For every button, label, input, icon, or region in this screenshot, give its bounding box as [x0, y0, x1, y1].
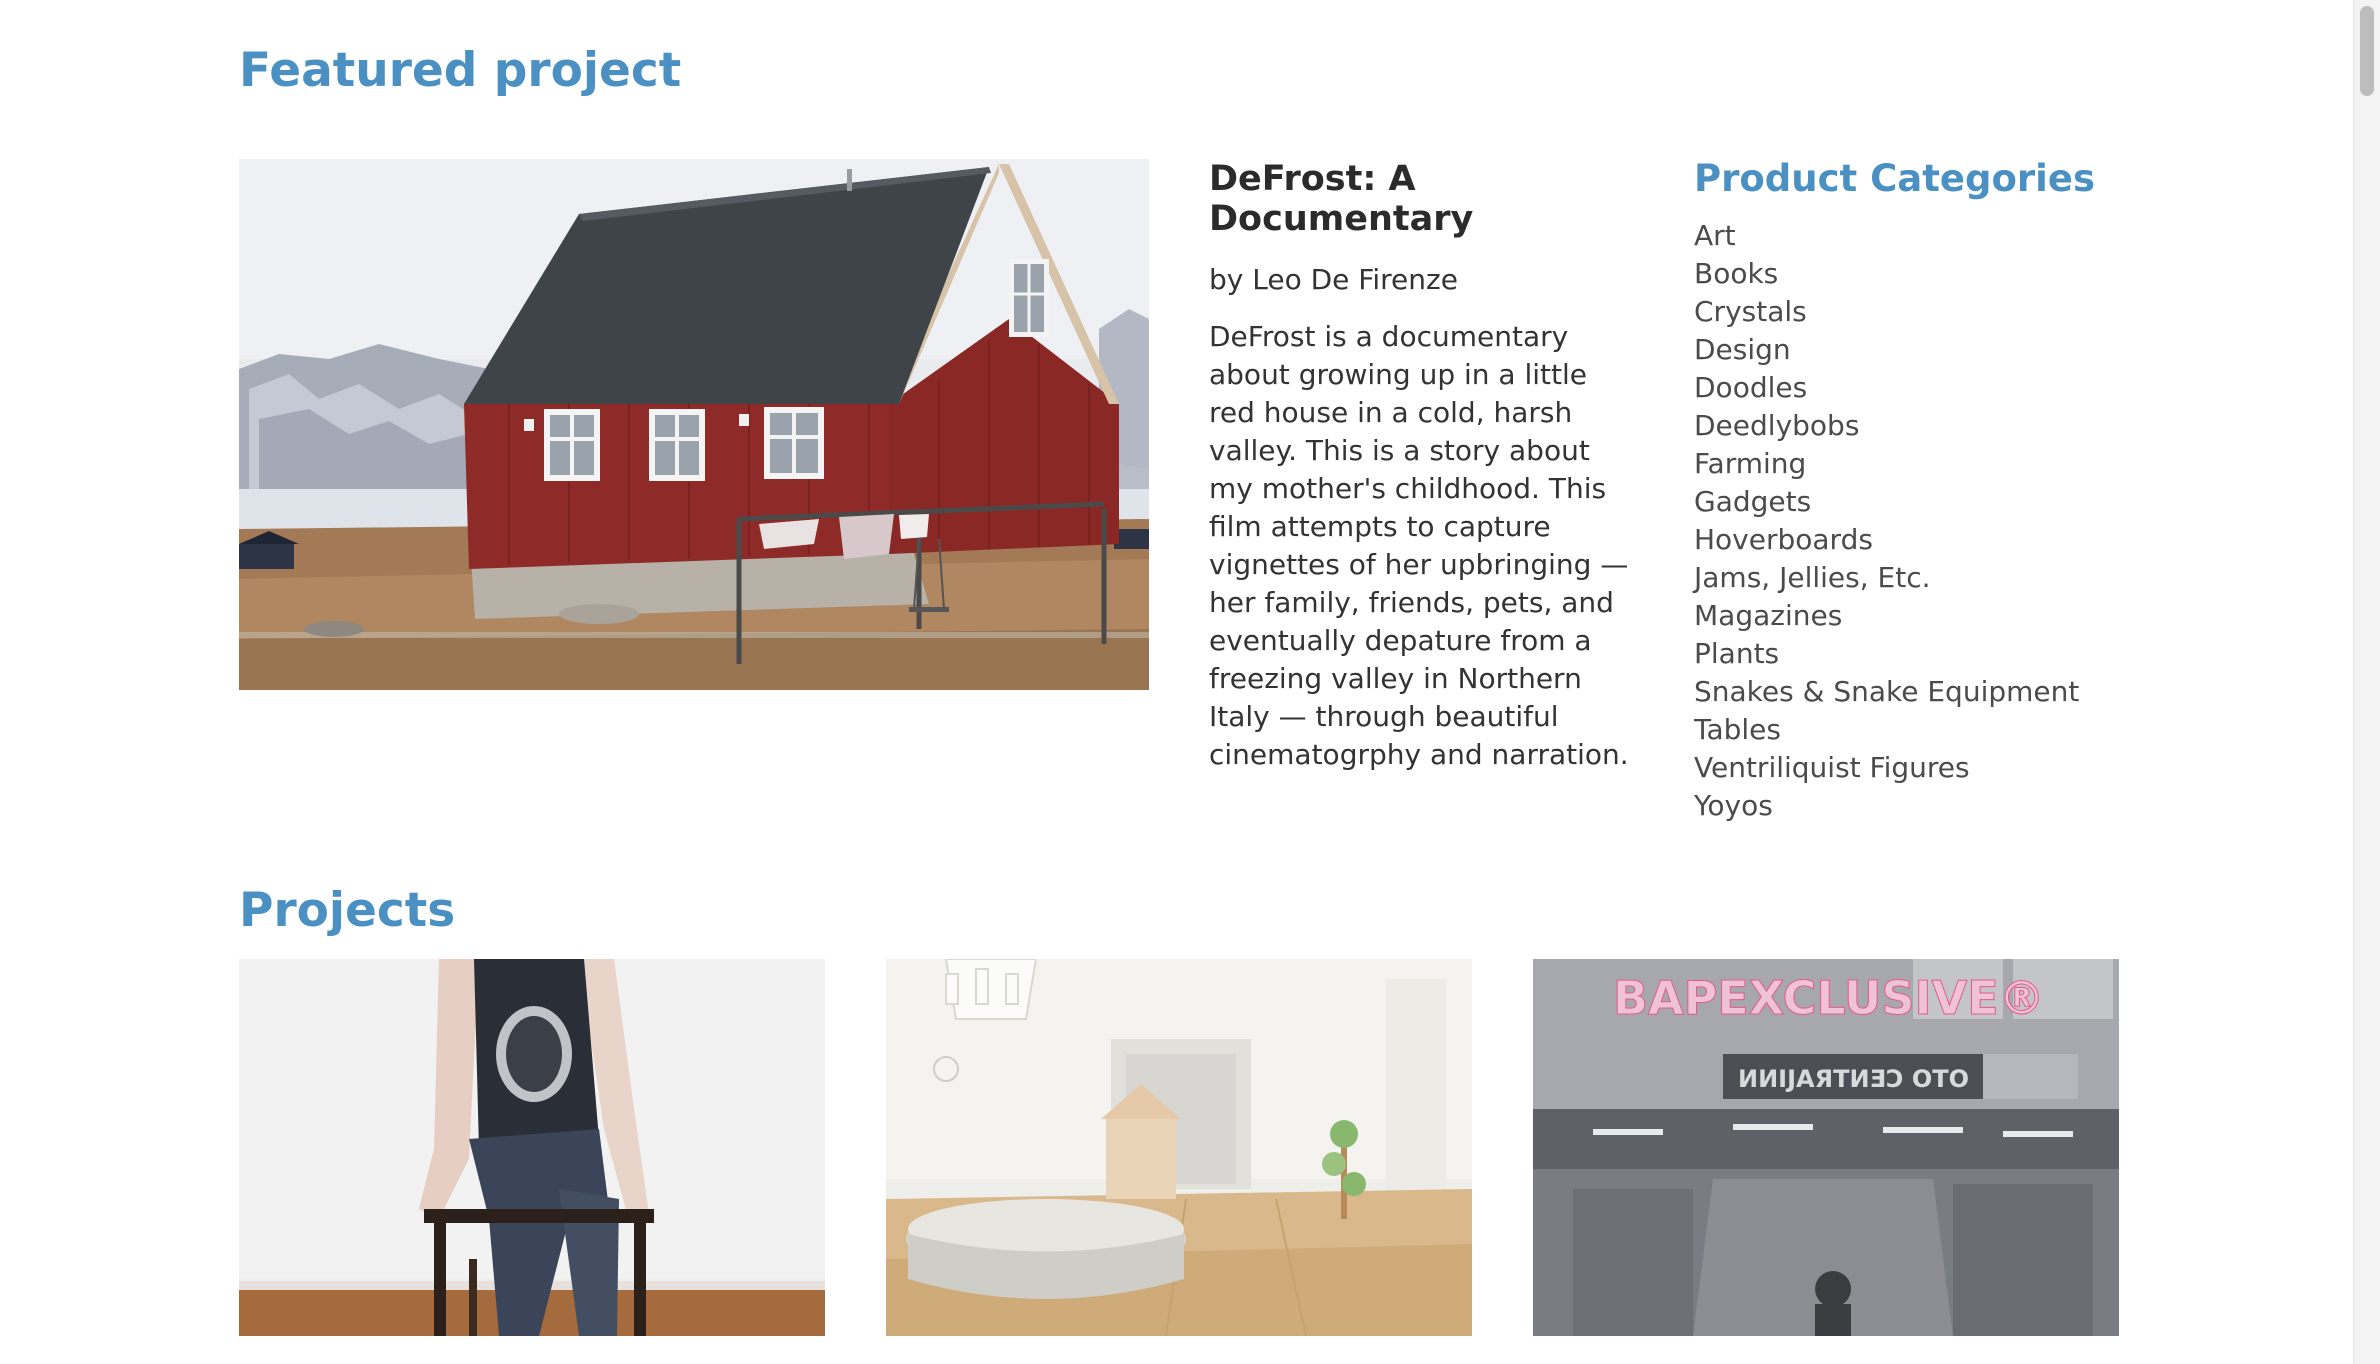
category-item[interactable]: Jams, Jellies, Etc. [1694, 559, 2334, 597]
category-item[interactable]: Tables [1694, 711, 2334, 749]
category-item[interactable]: Gadgets [1694, 483, 2334, 521]
svg-text:ИИIJAЯTИƎƆ OTO: ИИIJAЯTИƎƆ OTO [1738, 1065, 1969, 1093]
featured-project-description: DeFrost is a documentary about growing u… [1209, 320, 1629, 771]
bright-interior-photo [886, 959, 1472, 1336]
featured-project-image[interactable] [239, 159, 1149, 690]
projects-section-title: Projects [239, 883, 456, 938]
featured-section-title: Featured project [239, 43, 682, 98]
featured-project-author: by Leo De Firenze [1209, 263, 1458, 296]
category-list: Art Books Crystals Design Doodles Deedly… [1694, 217, 2334, 825]
category-item[interactable]: Snakes & Snake Equipment [1694, 673, 2334, 711]
featured-project-info: DeFrost: A Documentary by Leo De Firenze… [1209, 159, 1639, 774]
category-item[interactable]: Design [1694, 331, 2334, 369]
svg-text:BAPEXCLUSIVE®: BAPEXCLUSIVE® [1613, 971, 2045, 1025]
category-item[interactable]: Doodles [1694, 369, 2334, 407]
page: Featured project DeFrost: A Documentary … [0, 0, 2380, 1364]
category-item[interactable]: Plants [1694, 635, 2334, 673]
project-card-3[interactable]: BAPEXCLUSIVE® ИИIJAЯTИƎƆ OTO [1533, 959, 2119, 1336]
project-card-1[interactable] [239, 959, 825, 1336]
product-categories: Product Categories Art Books Crystals De… [1694, 155, 2334, 825]
page-scrollbar[interactable] [2353, 0, 2380, 1364]
category-item[interactable]: Magazines [1694, 597, 2334, 635]
featured-project-title[interactable]: DeFrost: A Documentary [1209, 159, 1639, 239]
category-item[interactable]: Crystals [1694, 293, 2334, 331]
category-item[interactable]: Deedlybobs [1694, 407, 2334, 445]
product-categories-title: Product Categories [1694, 157, 2095, 200]
category-item[interactable]: Yoyos [1694, 787, 2334, 825]
category-item[interactable]: Art [1694, 217, 2334, 255]
category-item[interactable]: Books [1694, 255, 2334, 293]
category-item[interactable]: Hoverboards [1694, 521, 2334, 559]
project-card-2[interactable] [886, 959, 1472, 1336]
person-on-chair-photo [239, 959, 825, 1336]
category-item[interactable]: Farming [1694, 445, 2334, 483]
red-house-photo [239, 159, 1149, 690]
category-item[interactable]: Ventriliquist Figures [1694, 749, 2334, 787]
storefront-photo: BAPEXCLUSIVE® ИИIJAЯTИƎƆ OTO [1533, 959, 2119, 1336]
scrollbar-thumb[interactable] [2360, 6, 2374, 96]
